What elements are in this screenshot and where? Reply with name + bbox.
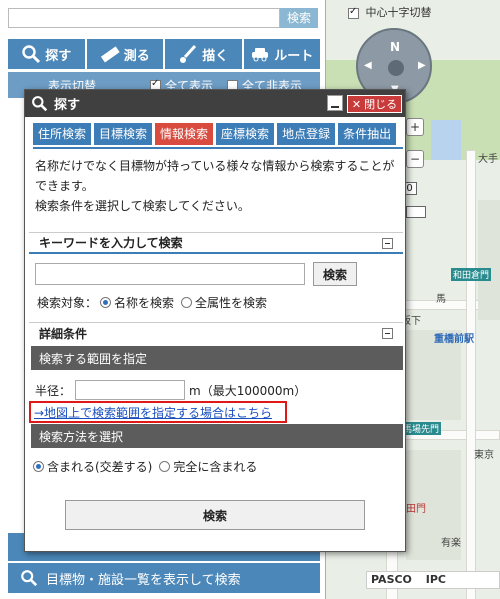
tool-measure-button[interactable]: 測る <box>86 39 163 69</box>
method-full-radio[interactable] <box>159 461 171 472</box>
range-bar: 検索する範囲を指定 <box>31 346 403 370</box>
map-label-ba: 馬 <box>436 294 446 305</box>
tab-point-register[interactable]: 地点登録 <box>277 123 336 145</box>
tab-underline <box>33 147 403 149</box>
keyword-section-title: キーワードを入力して検索 <box>39 236 183 250</box>
tool-draw-label: 描く <box>202 48 229 64</box>
close-icon: ✕ <box>351 97 362 111</box>
car-icon <box>252 48 269 62</box>
facility-list-button[interactable]: 目標物・施設一覧を表示して検索 <box>8 563 320 593</box>
crosshair-label: 中心十字切替 <box>365 6 432 19</box>
target-name-label: 名称を検索 <box>114 296 175 310</box>
zoom-in-button[interactable]: + <box>406 118 424 136</box>
description: 名称だけでなく目標物が持っている様々な情報から検索することが できます。 検索条… <box>35 156 397 216</box>
crosshair-toggle[interactable]: 中心十字切替 <box>326 4 500 26</box>
close-label: 閉じる <box>364 98 398 111</box>
close-button[interactable]: ✕ 閉じる <box>347 95 402 113</box>
map-credit: PASCO IPC <box>366 571 500 589</box>
map-label-babasakimon: 馬場先門 <box>401 422 442 435</box>
tool-bar: 探す 測る 描く ルート <box>8 39 320 69</box>
search-tabs: 住所検索 目標検索 情報検索 座標検索 地点登録 条件抽出 <box>33 123 397 145</box>
pan-right-icon[interactable]: ▶ <box>418 60 426 71</box>
description-line-3: 検索条件を選択して検索してください。 <box>35 199 250 213</box>
description-line-1: 名称だけでなく目標物が持っている様々な情報から検索することが <box>35 159 395 173</box>
tab-condition-extract[interactable]: 条件抽出 <box>338 123 397 145</box>
radius-label: 半径： <box>35 383 72 398</box>
map-range-link[interactable]: →地図上で検索範囲を指定する場合はこちら <box>34 404 272 421</box>
brush-icon <box>180 44 197 63</box>
compass-north-label: N <box>390 40 401 54</box>
tool-route-button[interactable]: ルート <box>243 39 320 69</box>
search-icon <box>32 96 48 112</box>
search-icon <box>21 570 38 587</box>
target-all-label: 全属性を検索 <box>195 296 268 310</box>
scale-box-2 <box>406 206 426 218</box>
search-target-label: 検索対象： <box>37 296 98 310</box>
tool-search-label: 探す <box>45 48 72 64</box>
collapse-icon[interactable] <box>382 238 393 249</box>
crosshair-checkbox[interactable] <box>348 6 359 19</box>
target-all-radio[interactable] <box>181 297 193 308</box>
map-label-nijubashi: 重橋前駅 <box>434 334 474 345</box>
radius-row: 半径： m（最大100000m） <box>35 380 306 400</box>
tab-coordinate-search[interactable]: 座標検索 <box>216 123 275 145</box>
tab-info-search[interactable]: 情報検索 <box>155 123 214 145</box>
pan-left-icon[interactable]: ◀ <box>364 60 372 71</box>
dialog-title: 探す <box>54 98 81 113</box>
zoom-out-button[interactable]: − <box>406 150 424 168</box>
map-label-wadakura: 和田倉門 <box>451 268 492 281</box>
method-intersect-radio[interactable] <box>33 461 44 472</box>
detail-section-header[interactable]: 詳細条件 <box>29 322 403 344</box>
map-label-yuuraku: 有楽 <box>441 538 461 549</box>
search-icon <box>22 45 41 64</box>
search-button[interactable]: 検索 <box>65 500 365 530</box>
tool-search-button[interactable]: 探す <box>8 39 85 69</box>
description-line-2: できます。 <box>35 179 94 193</box>
ruler-icon <box>100 46 120 63</box>
radius-unit: m（最大100000m） <box>189 383 307 398</box>
tab-address-search[interactable]: 住所検索 <box>33 123 92 145</box>
top-search-button[interactable]: 検索 <box>280 8 318 28</box>
minimize-button[interactable] <box>327 95 343 111</box>
map-range-link-box: →地図上で検索範囲を指定する場合はこちら <box>29 401 287 423</box>
method-bar: 検索方法を選択 <box>31 424 403 448</box>
method-intersect-label: 含まれる(交差する) <box>47 460 153 474</box>
keyword-input[interactable] <box>35 263 305 285</box>
map-label-otemachi: 大手 <box>478 154 498 165</box>
search-target-options: 検索対象： 名称を検索 全属性を検索 <box>37 294 267 311</box>
keyword-section-header[interactable]: キーワードを入力して検索 <box>29 232 403 254</box>
method-full-label: 完全に含まれる <box>173 460 258 474</box>
tab-target-search[interactable]: 目標検索 <box>94 123 153 145</box>
target-name-radio[interactable] <box>100 297 112 308</box>
map-label-tokyo: 東京 <box>474 450 494 461</box>
dialog-titlebar[interactable]: 探す ✕ 閉じる <box>25 90 405 117</box>
compass-hub <box>388 60 404 76</box>
tool-measure-label: 測る <box>123 48 150 64</box>
tool-draw-button[interactable]: 描く <box>165 39 242 69</box>
detail-section-title: 詳細条件 <box>39 327 88 341</box>
collapse-icon[interactable] <box>382 328 393 339</box>
search-dialog: 探す ✕ 閉じる 住所検索 目標検索 情報検索 座標検索 地点登録 条件抽出 名… <box>24 89 406 552</box>
keyword-search-button[interactable]: 検索 <box>313 262 357 286</box>
method-options: 含まれる(交差する) 完全に含まれる <box>33 458 257 475</box>
facility-list-label: 目標物・施設一覧を表示して検索 <box>46 572 241 588</box>
tool-route-label: ルート <box>274 48 314 64</box>
radius-input[interactable] <box>75 380 186 400</box>
top-search-input[interactable] <box>8 8 280 28</box>
